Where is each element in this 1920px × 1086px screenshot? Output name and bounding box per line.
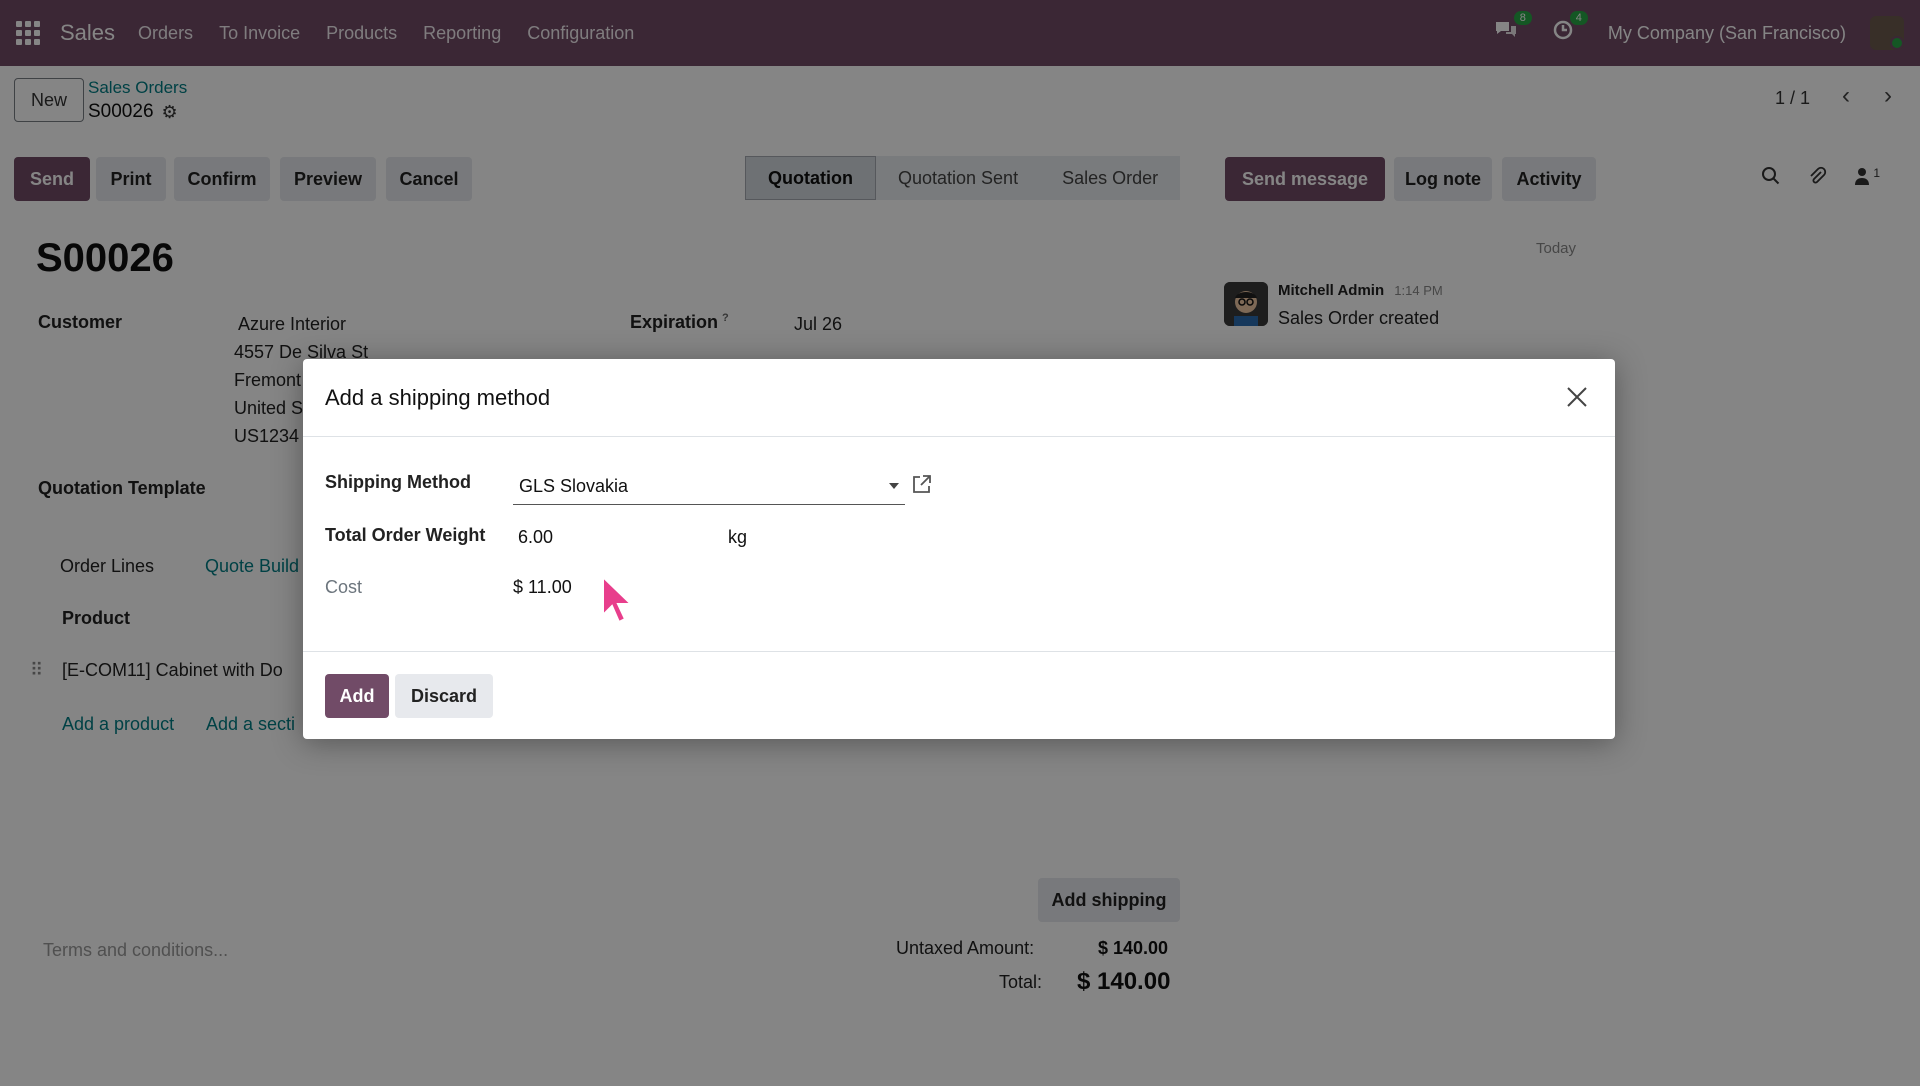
weight-unit: kg: [728, 527, 748, 547]
total-order-weight-field[interactable]: 6.00: [518, 527, 553, 548]
shipping-method-dialog: Add a shipping method Shipping Method GL…: [303, 359, 1615, 739]
caret-down-icon: [889, 483, 899, 489]
mouse-cursor-icon: [602, 575, 634, 624]
total-order-weight-label: Total Order Weight: [325, 525, 486, 545]
close-icon: [1567, 387, 1587, 407]
shipping-method-select[interactable]: GLS Slovakia: [513, 469, 905, 505]
external-link-icon[interactable]: [911, 473, 933, 495]
add-button[interactable]: Add: [325, 674, 389, 718]
shipping-method-label: Shipping Method: [325, 472, 471, 492]
cost-label: Cost: [325, 577, 363, 597]
discard-button[interactable]: Discard: [395, 674, 493, 718]
shipping-method-value: GLS Slovakia: [519, 476, 629, 496]
close-button[interactable]: [1557, 377, 1597, 417]
dialog-title: Add a shipping method: [325, 385, 551, 410]
dialog-header: Add a shipping method: [303, 359, 1615, 437]
dialog-footer: Add Discard: [303, 651, 1615, 739]
cost-value: $ 11.00: [513, 577, 572, 597]
